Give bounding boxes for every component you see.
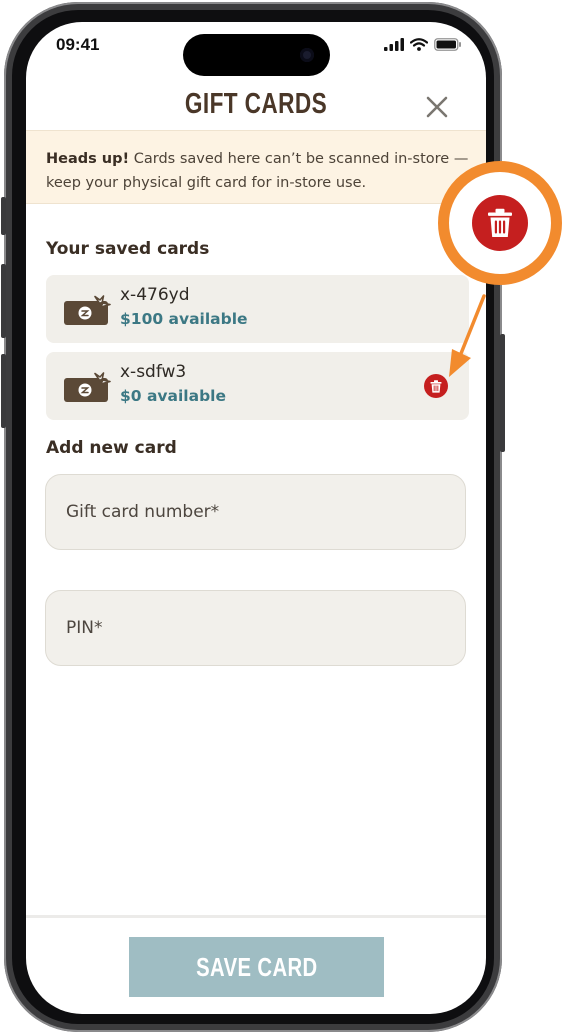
wifi-icon — [410, 38, 428, 51]
signal-icon — [384, 38, 404, 51]
pin-field — [45, 590, 466, 666]
screen: 09:41 GIFT CARDS Heads up! Cards saved h… — [26, 22, 486, 1014]
trash-icon — [488, 208, 512, 237]
delete-callout — [438, 161, 562, 285]
volume-up-button — [1, 264, 6, 338]
trash-icon — [430, 379, 442, 393]
status-bar: 09:41 — [26, 22, 486, 76]
pin-input[interactable] — [46, 591, 465, 665]
save-card-label: SAVE CARD — [195, 951, 318, 982]
delete-card-button[interactable] — [424, 374, 448, 398]
gift-card-number-field — [45, 474, 466, 550]
card-number: x-sdfw3 — [120, 362, 187, 382]
close-button[interactable] — [424, 94, 450, 120]
close-icon — [426, 96, 448, 118]
status-icons — [384, 38, 462, 51]
notice-heading: Heads up! — [46, 151, 130, 167]
side-button — [1, 197, 6, 235]
volume-down-button — [1, 354, 6, 428]
footer-divider — [26, 915, 486, 918]
saved-card-row[interactable]: x-sdfw3 $0 available — [46, 352, 469, 420]
page-title: GIFT CARDS — [184, 88, 328, 120]
gift-card-icon — [64, 372, 111, 402]
card-balance: $0 available — [120, 387, 226, 405]
gift-card-number-input[interactable] — [46, 475, 465, 549]
notice-banner: Heads up! Cards saved here can’t be scan… — [26, 130, 486, 204]
header: GIFT CARDS — [26, 80, 486, 128]
dynamic-island — [183, 34, 330, 76]
phone-frame: 09:41 GIFT CARDS Heads up! Cards saved h… — [1, 2, 505, 1032]
callout-trash-badge — [472, 195, 528, 251]
gift-card-icon — [64, 295, 111, 325]
saved-cards-heading: Your saved cards — [46, 239, 210, 259]
save-card-button[interactable]: SAVE CARD — [129, 937, 384, 997]
card-number: x-476yd — [120, 285, 190, 305]
card-balance: $100 available — [120, 310, 248, 328]
add-card-heading: Add new card — [46, 438, 177, 458]
battery-icon — [434, 38, 461, 51]
camera — [300, 48, 314, 62]
status-time: 09:41 — [56, 35, 100, 54]
saved-card-row[interactable]: x-476yd $100 available — [46, 275, 469, 343]
power-button — [500, 334, 505, 452]
